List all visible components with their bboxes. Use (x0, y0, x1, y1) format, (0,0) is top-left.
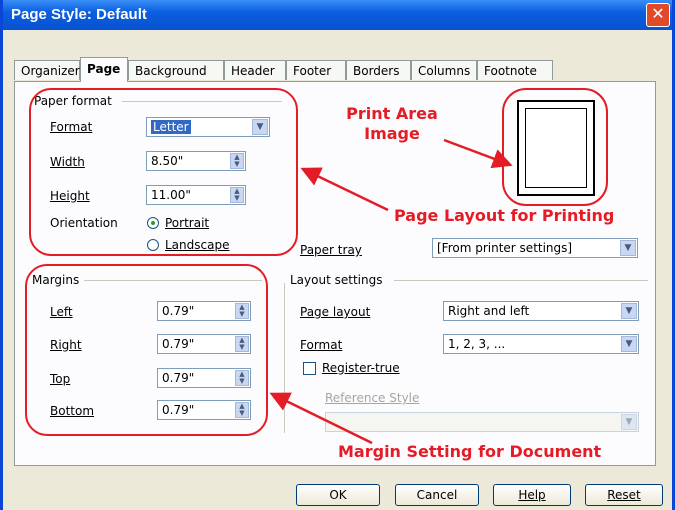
print-area-annotation-line1: Print Area (346, 104, 438, 123)
reference-style-label: Reference Style (325, 391, 420, 405)
margins-highlight (25, 264, 268, 436)
chevron-down-icon[interactable]: ▼ (620, 240, 636, 256)
vertical-divider (284, 283, 285, 433)
tab-footer[interactable]: Footer (286, 60, 346, 80)
print-area-annotation-line2: Image (364, 124, 420, 143)
chevron-down-icon: ▼ (621, 414, 637, 430)
tab-page[interactable]: Page (80, 57, 128, 82)
page-layout-value: Right and left (448, 304, 530, 318)
print-area-annotation: Print Area Image (344, 104, 440, 144)
help-button[interactable]: Help (493, 484, 571, 506)
reset-button[interactable]: Reset (585, 484, 663, 506)
close-icon[interactable]: ✕ (646, 3, 670, 27)
register-true-label[interactable]: Register-true (322, 361, 400, 375)
page-layout-select[interactable]: Right and left ▼ (443, 301, 639, 321)
paper-tray-label: Paper tray (300, 243, 362, 257)
layout-format-select[interactable]: 1, 2, 3, ... ▼ (443, 334, 639, 354)
page-layout-label: Page layout (300, 305, 371, 319)
print-area-highlight (502, 88, 608, 206)
title-bar[interactable]: Page Style: Default ✕ (3, 0, 672, 30)
page-layout-annotation: Page Layout for Printing (394, 206, 615, 225)
layout-settings-heading: Layout settings (290, 273, 383, 287)
layout-format-label: Format (300, 338, 343, 352)
layout-format-value: 1, 2, 3, ... (448, 337, 506, 351)
tab-background[interactable]: Background (128, 60, 224, 80)
tab-borders[interactable]: Borders (346, 60, 411, 80)
window-title: Page Style: Default (11, 6, 147, 23)
margin-setting-annotation: Margin Setting for Document (338, 442, 602, 461)
layout-settings-separator (394, 280, 648, 281)
paper-tray-value: [From printer settings] (437, 241, 573, 255)
reference-style-select: ▼ (325, 412, 639, 432)
tab-organizer[interactable]: Organizer (14, 60, 80, 80)
cancel-button[interactable]: Cancel (395, 484, 479, 506)
chevron-down-icon[interactable]: ▼ (621, 303, 637, 319)
ok-button[interactable]: OK (296, 484, 380, 506)
chevron-down-icon[interactable]: ▼ (621, 336, 637, 352)
paper-format-highlight (29, 88, 298, 256)
paper-tray-select[interactable]: [From printer settings] ▼ (432, 238, 638, 258)
tab-columns[interactable]: Columns (411, 60, 477, 80)
tab-header[interactable]: Header (224, 60, 286, 80)
tab-footnote[interactable]: Footnote (477, 60, 553, 80)
register-true-checkbox[interactable] (303, 362, 316, 375)
